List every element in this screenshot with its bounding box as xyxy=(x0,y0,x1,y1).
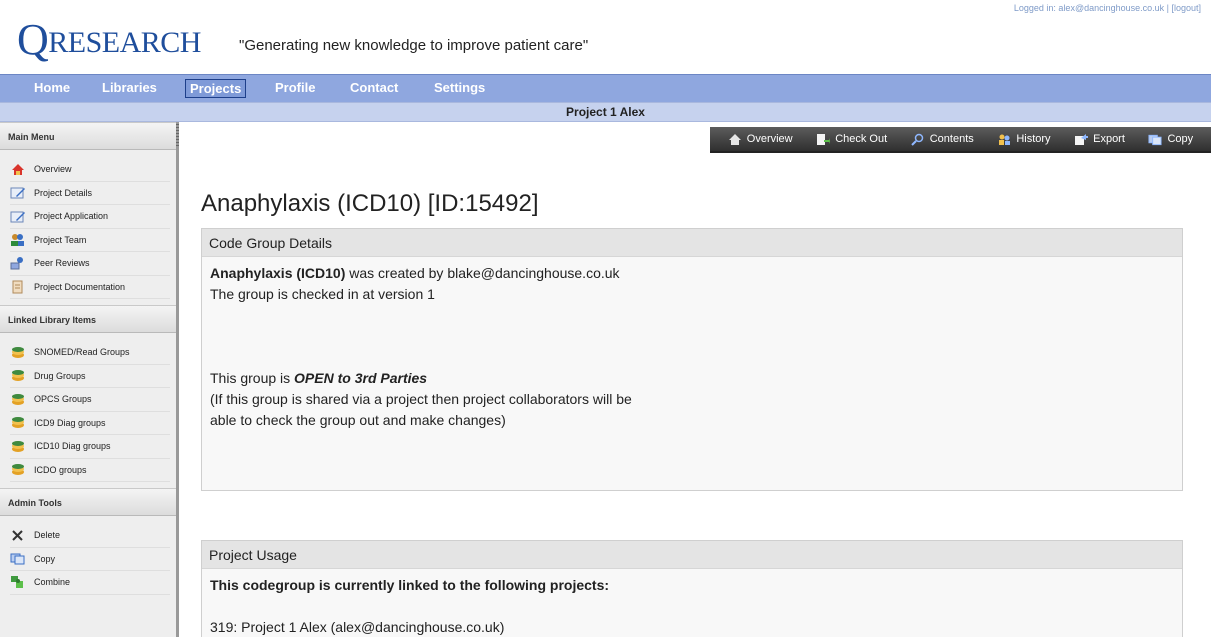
share-note-line-1: (If this group is shared via a project t… xyxy=(210,391,632,407)
stack-icon xyxy=(10,369,25,383)
codegroup-toolbar: Overview Check Out Contents History Expo… xyxy=(710,127,1211,153)
linked-library-items-heading: Linked Library Items xyxy=(0,305,176,333)
copy-icon xyxy=(1148,133,1163,146)
project-usage-panel: Project Usage This codegroup is currentl… xyxy=(201,540,1183,637)
tagline: "Generating new knowledge to improve pat… xyxy=(239,37,589,54)
stack-icon xyxy=(10,463,25,477)
toolbar-copy-button[interactable]: Copy xyxy=(1148,133,1193,146)
stack-icon xyxy=(10,392,25,406)
history-icon xyxy=(997,133,1011,146)
sidebar-item-combine[interactable]: Combine xyxy=(10,571,170,595)
project-usage-heading: Project Usage xyxy=(202,541,1182,569)
sidebar-item-delete[interactable]: Delete xyxy=(10,524,170,548)
main-nav: Home Libraries Projects Profile Contact … xyxy=(0,74,1211,102)
project-title-bar: Project 1 Alex xyxy=(0,102,1211,122)
home-icon xyxy=(10,162,25,176)
stack-icon xyxy=(10,439,25,453)
sidebar-item-copy[interactable]: Copy xyxy=(10,548,170,571)
nav-settings[interactable]: Settings xyxy=(430,79,489,98)
version-line: The group is checked in at version 1 xyxy=(210,286,435,302)
main-menu-heading: Main Menu xyxy=(0,122,176,150)
sidebar-item-snomed-read-groups[interactable]: SNOMED/Read Groups xyxy=(10,341,170,365)
admin-tools-heading: Admin Tools xyxy=(0,488,176,516)
nav-libraries[interactable]: Libraries xyxy=(98,79,161,98)
open-status: OPEN to 3rd Parties xyxy=(294,370,428,386)
nav-home[interactable]: Home xyxy=(30,79,74,98)
login-info-link[interactable]: Logged in: alex@dancinghouse.co.uk | [lo… xyxy=(1014,3,1201,13)
stack-icon xyxy=(10,345,25,359)
stack-icon xyxy=(10,416,25,430)
linked-project-item[interactable]: 319: Project 1 Alex (alex@dancinghouse.c… xyxy=(210,617,1174,637)
document-icon xyxy=(10,280,25,294)
sidebar-item-project-details[interactable]: Project Details xyxy=(10,182,170,205)
sidebar-item-drug-groups[interactable]: Drug Groups xyxy=(10,365,170,388)
nav-contact[interactable]: Contact xyxy=(346,79,402,98)
edit-document-icon xyxy=(10,186,25,200)
created-by-line: Anaphylaxis (ICD10) was created by blake… xyxy=(210,265,620,281)
sidebar-item-project-documentation[interactable]: Project Documentation xyxy=(10,276,170,299)
code-group-details-heading: Code Group Details xyxy=(202,229,1182,257)
sidebar-item-peer-reviews[interactable]: Peer Reviews xyxy=(10,252,170,276)
nav-projects[interactable]: Projects xyxy=(185,79,247,98)
sidebar-item-opcs-groups[interactable]: OPCS Groups xyxy=(10,388,170,412)
group-name: Anaphylaxis (ICD10) xyxy=(210,265,346,281)
review-icon xyxy=(10,256,25,270)
toolbar-export-button[interactable]: Export xyxy=(1074,133,1125,146)
sidebar-item-project-application[interactable]: Project Application xyxy=(10,205,170,229)
home-icon xyxy=(728,133,742,146)
linked-projects-text: This codegroup is currently linked to th… xyxy=(210,577,610,593)
page-title: Anaphylaxis (ICD10) [ID:15492] xyxy=(201,190,539,217)
sidebar-item-icdo-groups[interactable]: ICDO groups xyxy=(10,459,170,482)
toolbar-contents-button[interactable]: Contents xyxy=(911,133,974,146)
sidebar-resize-handle[interactable] xyxy=(176,124,179,146)
checkout-icon xyxy=(816,133,831,146)
sidebar-item-icd10-diag-groups[interactable]: ICD10 Diag groups xyxy=(10,435,170,459)
toolbar-history-button[interactable]: History xyxy=(997,133,1051,146)
open-status-line: This group is OPEN to 3rd Parties xyxy=(210,370,428,386)
edit-document-icon xyxy=(10,209,25,223)
combine-icon xyxy=(10,575,25,589)
sidebar-item-overview[interactable]: Overview xyxy=(10,158,170,182)
magnifier-icon xyxy=(911,133,925,146)
sidebar: Main Menu Overview Project Details Proje… xyxy=(0,122,179,637)
export-icon xyxy=(1074,133,1089,146)
toolbar-check-out-button[interactable]: Check Out xyxy=(816,133,887,146)
toolbar-overview-button[interactable]: Overview xyxy=(728,133,793,146)
team-icon xyxy=(10,233,25,247)
qresearch-logo[interactable]: Q RESEARCH xyxy=(17,18,201,62)
code-group-details-panel: Code Group Details Anaphylaxis (ICD10) w… xyxy=(201,228,1183,491)
sidebar-item-icd9-diag-groups[interactable]: ICD9 Diag groups xyxy=(10,412,170,435)
page-header: Q RESEARCH "Generating new knowledge to i… xyxy=(0,0,1211,74)
delete-icon xyxy=(10,528,25,542)
nav-profile[interactable]: Profile xyxy=(271,79,319,98)
sidebar-item-project-team[interactable]: Project Team xyxy=(10,229,170,252)
share-note-line-2: able to check the group out and make cha… xyxy=(210,412,506,428)
copy-icon xyxy=(10,552,25,566)
